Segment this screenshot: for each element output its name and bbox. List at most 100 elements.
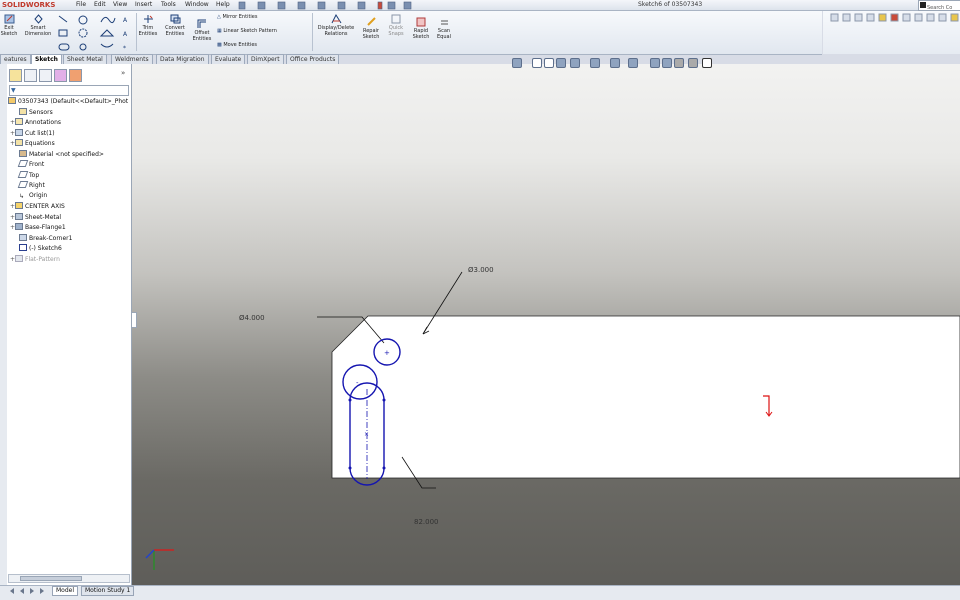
repair-sketch-button[interactable]: Repair Sketch xyxy=(359,17,383,40)
tree-item-material[interactable]: Material <not specified> xyxy=(14,150,104,159)
right-toolbar-icons[interactable] xyxy=(823,11,960,25)
dimension-diameter-4[interactable]: Ø4.000 xyxy=(239,314,265,322)
search-icon xyxy=(920,2,926,8)
property-manager-tab-icon[interactable] xyxy=(24,69,37,82)
tab-evaluate[interactable]: Evaluate xyxy=(211,54,246,64)
linear-pattern-button[interactable]: ▦ Linear Sketch Pattern xyxy=(217,28,277,35)
tab-sheet-metal[interactable]: Sheet Metal xyxy=(63,54,107,64)
menu-edit[interactable]: Edit xyxy=(94,0,106,10)
menu-tools[interactable]: Tools xyxy=(161,0,176,10)
tree-item-base-flange[interactable]: + Base-Flange1 xyxy=(10,223,66,232)
offset-entities-button[interactable]: Offset Entities xyxy=(191,19,213,42)
tab-dimxpert[interactable]: DimXpert xyxy=(247,54,284,64)
part-face xyxy=(331,315,960,479)
rapid-sketch-button[interactable]: Rapid Sketch xyxy=(410,17,432,40)
origin-icon: ↳ xyxy=(19,193,25,200)
repair-icon xyxy=(366,17,376,26)
tree-item-right-plane[interactable]: Right xyxy=(14,181,45,190)
break-corner-icon xyxy=(19,234,27,241)
manager-tabs: » xyxy=(7,69,131,83)
document-title: Sketch6 of 03507343 xyxy=(638,1,703,8)
tree-item-sketch6[interactable]: (-) Sketch6 xyxy=(14,244,62,253)
sensors-icon xyxy=(19,108,27,115)
dimxpert-tab-icon[interactable] xyxy=(54,69,67,82)
tree-item-origin[interactable]: ↳ Origin xyxy=(14,192,47,200)
display-delete-relations-button[interactable]: Display/Delete Relations xyxy=(315,14,357,37)
tree-item-front-plane[interactable]: Front xyxy=(14,160,44,169)
chevron-right-icon[interactable]: » xyxy=(121,69,125,77)
smart-dimension-icon xyxy=(33,14,43,24)
move-icon: ▩ xyxy=(217,42,222,48)
cut-list-icon xyxy=(15,129,23,136)
tab-motion-study-1[interactable]: Motion Study 1 xyxy=(81,586,135,596)
smart-dimension-button[interactable]: Smart Dimension xyxy=(22,14,54,37)
convert-entities-button[interactable]: Convert Entities xyxy=(162,14,188,37)
flat-pattern-icon xyxy=(15,255,23,262)
feature-manager-tab-icon[interactable] xyxy=(9,69,22,82)
material-icon xyxy=(19,150,27,157)
dimension-diameter-3[interactable]: Ø3.000 xyxy=(468,266,494,274)
app-logo[interactable]: SOLIDWORKS xyxy=(0,0,64,10)
command-tabs: eatures Sketch Sheet Metal Weldments Dat… xyxy=(0,54,345,64)
configuration-manager-tab-icon[interactable] xyxy=(39,69,52,82)
mirror-entities-button[interactable]: △ Mirror Entities xyxy=(217,14,257,21)
mirror-icon: △ xyxy=(217,14,221,20)
tab-data-migration[interactable]: Data Migration xyxy=(156,54,209,64)
tree-item-flat-pattern[interactable]: + Flat-Pattern xyxy=(10,255,60,264)
equations-icon xyxy=(15,139,23,146)
menu-insert[interactable]: Insert xyxy=(135,0,152,10)
svg-text:A: A xyxy=(123,31,128,38)
menu-help[interactable]: Help xyxy=(216,0,230,10)
rapid-sketch-icon xyxy=(416,17,425,27)
move-entities-button[interactable]: ▩ Move Entities xyxy=(217,42,257,49)
command-manager: Exit Sketch Smart Dimension A A * Trim E… xyxy=(0,11,822,55)
axis-triad-icon xyxy=(145,549,174,570)
scan-equal-button[interactable]: Scan Equal xyxy=(433,17,455,40)
tree-item-sheet-metal[interactable]: + Sheet-Metal xyxy=(10,213,61,222)
relations-icon xyxy=(331,14,341,24)
trim-entities-button[interactable]: Trim Entities xyxy=(138,14,158,37)
tree-item-sensors[interactable]: Sensors xyxy=(14,108,53,117)
svg-text:+: + xyxy=(384,349,390,357)
sketch-entity-tools[interactable]: A A * xyxy=(57,14,133,52)
pattern-icon: ▦ xyxy=(217,28,222,34)
exit-sketch-button[interactable]: Exit Sketch xyxy=(0,14,18,37)
svg-text:*: * xyxy=(123,45,126,52)
dimension-length[interactable]: 82.000 xyxy=(414,518,439,526)
tree-item-break-corner[interactable]: Break-Corner1 xyxy=(14,234,72,243)
tree-item-equations[interactable]: + Equations xyxy=(10,139,55,148)
offset-icon xyxy=(197,19,206,28)
convert-icon xyxy=(170,14,180,24)
tab-features[interactable]: eatures xyxy=(0,54,31,64)
text-tool-icon: A xyxy=(123,17,128,24)
snaps-icon xyxy=(391,14,400,24)
tree-item-cut-list[interactable]: + Cut list(1) xyxy=(10,129,55,138)
quick-snaps-button[interactable]: Quick Snaps xyxy=(385,14,407,37)
tree-item-top-plane[interactable]: Top xyxy=(14,171,39,180)
scrollbar-thumb[interactable] xyxy=(20,576,82,581)
svg-text:×: × xyxy=(364,431,369,438)
tree-item-annotations[interactable]: + Annotations xyxy=(10,118,61,127)
tab-sketch[interactable]: Sketch xyxy=(31,54,62,64)
tree-filter-input[interactable]: ▼ xyxy=(9,85,129,96)
tab-office-products[interactable]: Office Products xyxy=(286,54,340,64)
sketch-icon xyxy=(19,244,27,251)
tab-weldments[interactable]: Weldments xyxy=(111,54,153,64)
tab-scroll-arrows[interactable] xyxy=(8,587,48,595)
folder-icon xyxy=(15,202,23,209)
menu-window[interactable]: Window xyxy=(185,0,209,10)
menu-view[interactable]: View xyxy=(113,0,127,10)
search-input[interactable]: Search Co xyxy=(918,0,960,11)
display-manager-tab-icon[interactable] xyxy=(69,69,82,82)
tab-model[interactable]: Model xyxy=(52,586,79,596)
trim-icon xyxy=(143,15,153,23)
annotations-icon xyxy=(15,118,23,125)
quick-access-toolbar[interactable] xyxy=(238,1,428,10)
menu-file[interactable]: File xyxy=(76,0,86,10)
equal-icon xyxy=(440,20,448,25)
tree-root[interactable]: 03507343 (Default<<Default>_Phot xyxy=(8,97,128,106)
sketch-canvas[interactable]: + - × xyxy=(132,64,960,586)
sheet-metal-icon xyxy=(15,213,23,220)
tree-item-center-axis[interactable]: + CENTER AXIS xyxy=(10,202,65,211)
panel-splitter-handle[interactable] xyxy=(131,312,137,328)
